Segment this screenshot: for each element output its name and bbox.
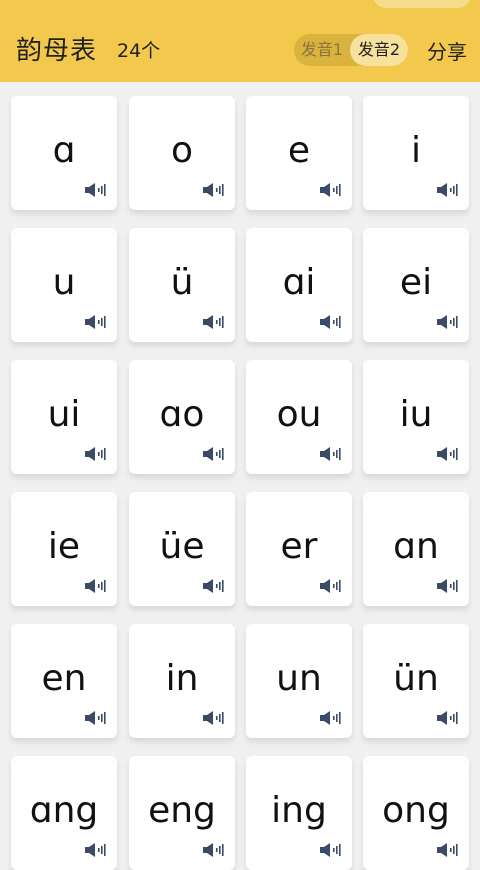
final-card[interactable]: e	[246, 96, 352, 210]
final-symbol: iu	[399, 394, 433, 435]
final-card[interactable]: o	[129, 96, 235, 210]
speaker-icon[interactable]	[202, 842, 226, 858]
final-card[interactable]: ɑi	[246, 228, 352, 342]
final-symbol: ie	[47, 526, 81, 567]
final-card[interactable]: ɑn	[363, 492, 469, 606]
final-symbol: en	[41, 658, 87, 699]
toggle-option-2[interactable]: 发音2	[350, 34, 408, 66]
final-symbol: u	[52, 262, 76, 303]
final-symbol: i	[410, 130, 421, 171]
final-card[interactable]: eng	[129, 756, 235, 870]
final-symbol: üe	[159, 526, 205, 567]
final-card[interactable]: ong	[363, 756, 469, 870]
speaker-icon[interactable]	[319, 578, 343, 594]
final-symbol: ü	[170, 262, 194, 303]
speaker-icon[interactable]	[202, 314, 226, 330]
final-card[interactable]: ün	[363, 624, 469, 738]
final-symbol: un	[276, 658, 322, 699]
final-symbol: ɑo	[159, 394, 205, 435]
final-card[interactable]: in	[129, 624, 235, 738]
speaker-icon[interactable]	[202, 578, 226, 594]
page-title: 韵母表	[16, 36, 98, 66]
final-symbol: in	[165, 658, 199, 699]
speaker-icon[interactable]	[319, 446, 343, 462]
final-card[interactable]: ing	[246, 756, 352, 870]
final-symbol: ɑi	[282, 262, 316, 303]
final-card[interactable]: ou	[246, 360, 352, 474]
final-symbol: ou	[276, 394, 322, 435]
speaker-icon[interactable]	[436, 842, 460, 858]
final-card[interactable]: i	[363, 96, 469, 210]
final-symbol: ing	[271, 790, 327, 831]
pronunciation-toggle[interactable]: 发音1 发音2	[294, 34, 408, 66]
speaker-icon[interactable]	[84, 842, 108, 858]
speaker-icon[interactable]	[84, 446, 108, 462]
speaker-icon[interactable]	[202, 182, 226, 198]
speaker-icon[interactable]	[202, 446, 226, 462]
final-card[interactable]: ü	[129, 228, 235, 342]
finals-grid: ɑ o e i u ü ɑi ei ui ɑo ou iu ie üe er ɑn en in un ün ɑng eng…	[0, 82, 480, 870]
speaker-icon[interactable]	[319, 710, 343, 726]
final-card[interactable]: un	[246, 624, 352, 738]
final-card[interactable]: er	[246, 492, 352, 606]
header-bar: 韵母表 24个 发音1 发音2 分享	[0, 0, 480, 82]
final-symbol: ün	[393, 658, 439, 699]
speaker-icon[interactable]	[84, 182, 108, 198]
toggle-option-1[interactable]: 发音1	[294, 34, 350, 66]
speaker-icon[interactable]	[436, 578, 460, 594]
share-button[interactable]: 分享	[427, 36, 467, 65]
final-symbol: ɑ	[52, 130, 76, 171]
speaker-icon[interactable]	[202, 710, 226, 726]
speaker-icon[interactable]	[84, 314, 108, 330]
item-count: 24个	[117, 40, 161, 62]
final-card[interactable]: ɑ	[11, 96, 117, 210]
speaker-icon[interactable]	[84, 578, 108, 594]
final-card[interactable]: ui	[11, 360, 117, 474]
final-symbol: ɑn	[393, 526, 439, 567]
final-symbol: e	[287, 130, 311, 171]
final-card[interactable]: en	[11, 624, 117, 738]
speaker-icon[interactable]	[84, 710, 108, 726]
speaker-icon[interactable]	[319, 842, 343, 858]
final-card[interactable]: u	[11, 228, 117, 342]
speaker-icon[interactable]	[319, 182, 343, 198]
status-pill	[372, 0, 472, 8]
final-card[interactable]: ɑo	[129, 360, 235, 474]
final-symbol: ui	[47, 394, 81, 435]
speaker-icon[interactable]	[319, 314, 343, 330]
final-symbol: o	[170, 130, 194, 171]
final-symbol: ɑng	[29, 790, 99, 831]
final-symbol: eng	[148, 790, 216, 831]
final-card[interactable]: ie	[11, 492, 117, 606]
final-card[interactable]: ei	[363, 228, 469, 342]
speaker-icon[interactable]	[436, 446, 460, 462]
final-card[interactable]: üe	[129, 492, 235, 606]
speaker-icon[interactable]	[436, 182, 460, 198]
final-card[interactable]: ɑng	[11, 756, 117, 870]
final-symbol: er	[280, 526, 318, 567]
final-symbol: ei	[399, 262, 433, 303]
final-card[interactable]: iu	[363, 360, 469, 474]
final-symbol: ong	[382, 790, 450, 831]
speaker-icon[interactable]	[436, 314, 460, 330]
speaker-icon[interactable]	[436, 710, 460, 726]
